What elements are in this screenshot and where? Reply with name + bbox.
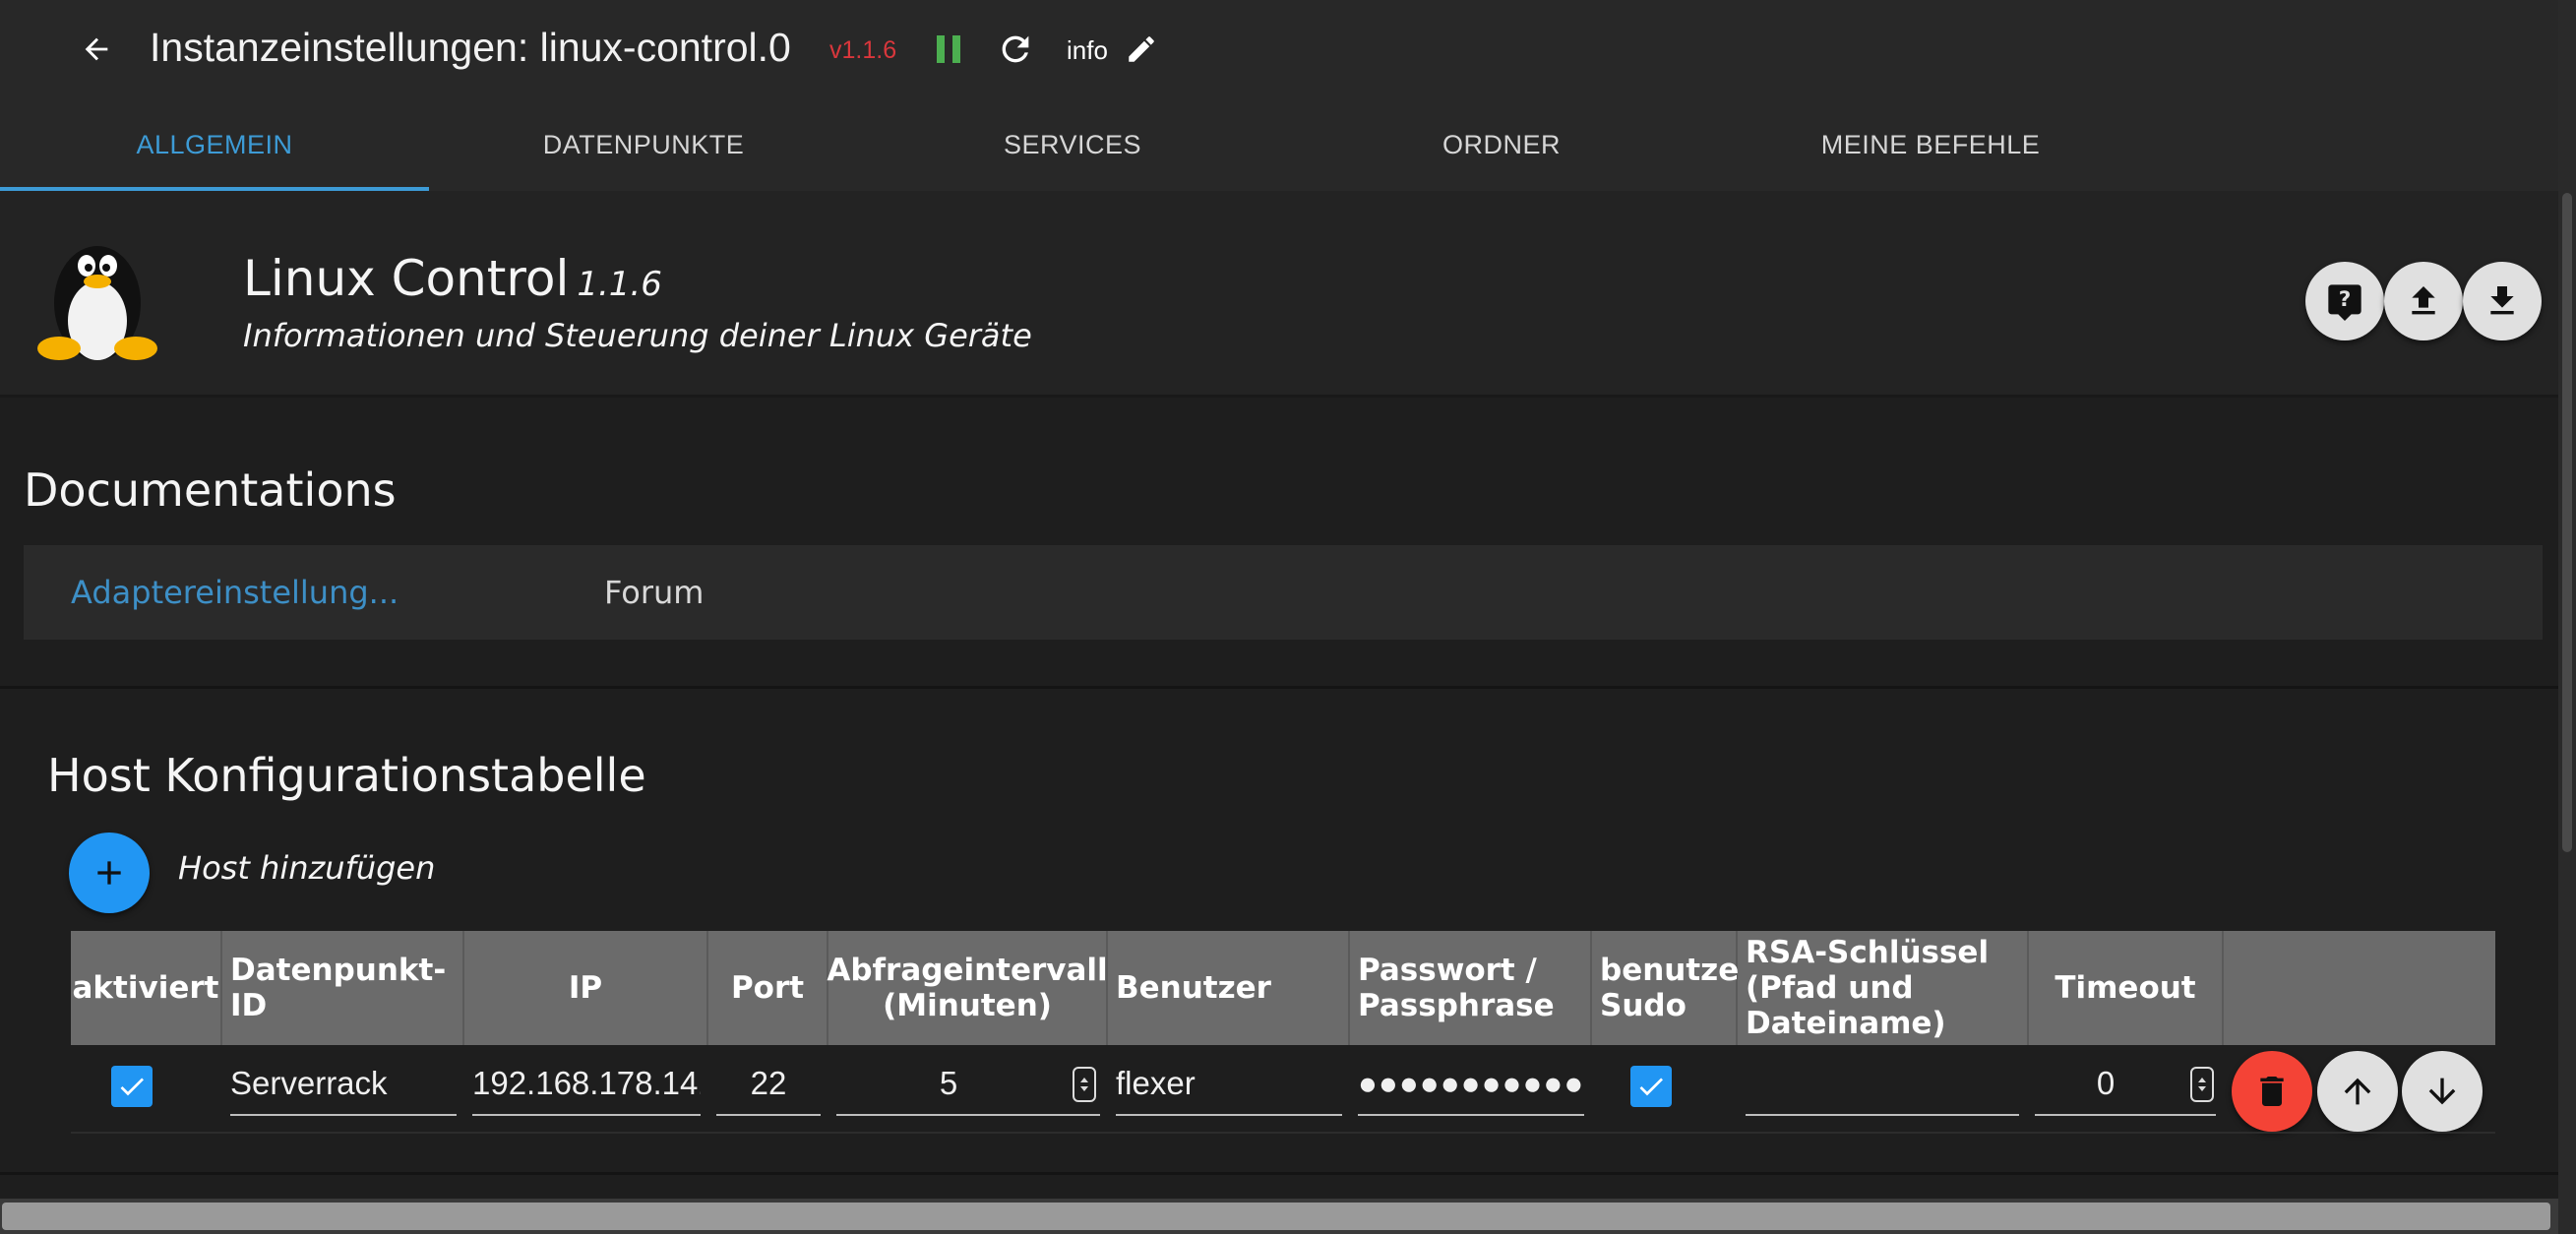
horizontal-scrollbar-thumb[interactable] bbox=[2, 1203, 2550, 1230]
datapoint-id-field[interactable]: Serverrack bbox=[230, 1057, 457, 1116]
interval-field[interactable]: 5 bbox=[836, 1057, 1100, 1116]
adapter-name: Linux Control bbox=[243, 250, 570, 307]
upload-button[interactable] bbox=[2384, 262, 2463, 340]
doc-link-adaptereinstellung[interactable]: Adaptereinstellung... bbox=[71, 573, 399, 612]
move-up-button[interactable] bbox=[2317, 1051, 2398, 1132]
svg-text:?: ? bbox=[2339, 287, 2352, 312]
edit-log-level-button[interactable] bbox=[1122, 30, 1161, 69]
refresh-icon bbox=[1002, 35, 1029, 63]
check-icon bbox=[1639, 1078, 1663, 1096]
instance-version: v1.1.6 bbox=[829, 36, 897, 64]
timeout-stepper[interactable] bbox=[2190, 1067, 2214, 1102]
column-header: benutze Sudo bbox=[1592, 931, 1739, 1045]
sudo-checkbox[interactable] bbox=[1630, 1066, 1672, 1107]
column-header: RSA-Schlüssel (Pfad und Dateiname) bbox=[1738, 931, 2029, 1045]
page-title: Instanzeinstellungen: linux-control.0 bbox=[150, 25, 791, 70]
download-button[interactable] bbox=[2463, 262, 2542, 340]
add-host-label: Host hinzufügen bbox=[178, 849, 436, 887]
tab-meine-befehle[interactable]: MEINE BEFEHLE bbox=[1716, 98, 2145, 191]
column-header: Benutzer bbox=[1108, 931, 1350, 1045]
host-config-title: Host Konfigurationstabelle bbox=[47, 749, 646, 802]
enabled-checkbox[interactable] bbox=[111, 1066, 153, 1107]
port-field[interactable]: 22 bbox=[716, 1057, 821, 1116]
help-icon: ? bbox=[2328, 284, 2361, 321]
tab-bar: ALLGEMEIN DATENPUNKTE SERVICES ORDNER ME… bbox=[0, 98, 2558, 191]
adapter-description: Informationen und Steuerung deiner Linux… bbox=[243, 317, 1032, 354]
user-field[interactable]: flexer bbox=[1116, 1057, 1342, 1116]
table-row-divider bbox=[71, 1132, 2495, 1134]
column-header: aktiviert bbox=[71, 931, 222, 1045]
column-header: Timeout bbox=[2029, 931, 2224, 1045]
password-field[interactable]: ●●●●●●●●●●●●●●●● bbox=[1358, 1057, 1584, 1116]
column-header: Passwort / Passphrase bbox=[1350, 931, 1592, 1045]
pause-button[interactable] bbox=[929, 30, 968, 69]
column-header: IP bbox=[464, 931, 708, 1045]
timeout-field[interactable]: 0 bbox=[2035, 1057, 2216, 1116]
tab-ordner[interactable]: ORDNER bbox=[1287, 98, 1716, 191]
adapter-version: 1.1.6 bbox=[577, 265, 662, 304]
delete-row-button[interactable] bbox=[2232, 1051, 2312, 1132]
pencil-icon bbox=[1129, 36, 1154, 62]
back-button[interactable] bbox=[71, 28, 122, 71]
documentations-title: Documentations bbox=[24, 463, 397, 517]
stepper-arrows-icon bbox=[1080, 1078, 1088, 1091]
vertical-scrollbar-thumb[interactable] bbox=[2562, 193, 2572, 852]
check-icon bbox=[120, 1078, 144, 1096]
tab-datenpunkte[interactable]: DATENPUNKTE bbox=[429, 98, 858, 191]
reload-button[interactable] bbox=[994, 28, 1037, 71]
move-down-button[interactable] bbox=[2402, 1051, 2483, 1132]
stepper-arrows-icon bbox=[2198, 1078, 2206, 1091]
arrow-up-icon bbox=[2344, 1078, 2371, 1105]
download-icon bbox=[2490, 286, 2514, 315]
plus-icon bbox=[97, 861, 121, 885]
column-header: Port bbox=[708, 931, 828, 1045]
column-header: Datenpunkt-ID bbox=[222, 931, 464, 1045]
interval-stepper[interactable] bbox=[1073, 1067, 1096, 1102]
tab-allgemein[interactable]: ALLGEMEIN bbox=[0, 98, 429, 191]
arrow-left-icon bbox=[85, 37, 108, 61]
help-button[interactable]: ? bbox=[2305, 262, 2384, 340]
pause-icon bbox=[937, 35, 960, 63]
log-level[interactable]: info bbox=[1067, 35, 1108, 65]
tab-services[interactable]: SERVICES bbox=[858, 98, 1287, 191]
trash-icon bbox=[2260, 1077, 2284, 1106]
column-header: Abfrageintervall (Minuten) bbox=[827, 931, 1108, 1045]
adapter-title: Linux Control 1.1.6 bbox=[243, 248, 662, 315]
ip-field[interactable]: 192.168.178.141 bbox=[472, 1057, 701, 1116]
upload-icon bbox=[2412, 286, 2435, 315]
rsa-key-field[interactable] bbox=[1746, 1057, 2019, 1116]
tux-logo-icon bbox=[37, 246, 157, 360]
arrow-down-icon bbox=[2428, 1078, 2456, 1105]
doc-link-forum[interactable]: Forum bbox=[604, 573, 704, 612]
add-host-button[interactable] bbox=[69, 833, 150, 913]
documentations-bar bbox=[24, 545, 2543, 640]
